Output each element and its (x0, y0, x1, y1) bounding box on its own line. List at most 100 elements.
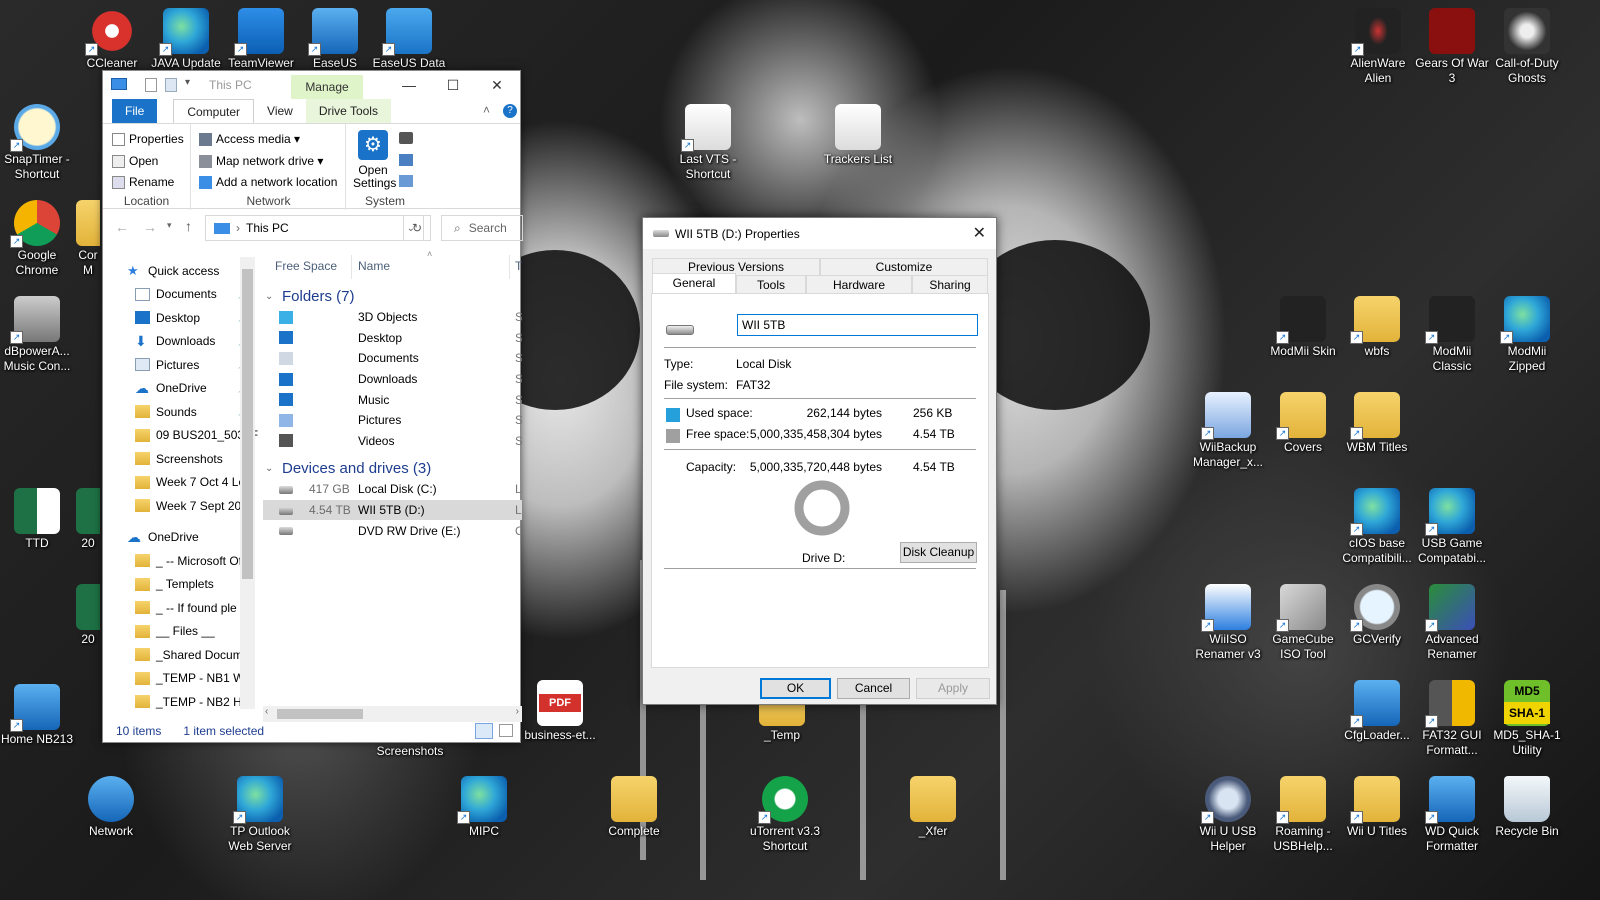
desktop-icon-modmii-classic[interactable]: ↗ ModMii Classic (1414, 296, 1490, 374)
tab-customize[interactable]: Customize (820, 258, 988, 275)
desktop-icon-gears-of-war[interactable]: Gears Of War 3 (1414, 8, 1490, 86)
desktop-icon-advanced-renamer[interactable]: ↗ Advanced Renamer (1414, 584, 1490, 662)
desktop-icon-snaptimer[interactable]: ↗ SnapTimer - Shortcut (0, 104, 75, 182)
desktop-icon-tp-outlook[interactable]: ↗ TP Outlook Web Server (222, 776, 298, 854)
nav-item[interactable]: ☁OneDrive📌 (103, 377, 258, 401)
manage-icon[interactable] (399, 175, 413, 187)
desktop-icon-wiiu-titles[interactable]: ↗ Wii U Titles (1339, 776, 1415, 839)
nav-item[interactable]: ★ Quick access (103, 259, 258, 283)
group-header-devices[interactable]: ⌄ Devices and drives (3) (263, 457, 522, 479)
desktop-icon-modmii-skin[interactable]: ↗ ModMii Skin (1265, 296, 1341, 359)
desktop-icon-gcverify[interactable]: ↗ GCVerify (1339, 584, 1415, 647)
nav-item[interactable]: _Shared Docume (103, 643, 258, 667)
desktop-icon-utorrent[interactable]: ↗ uTorrent v3.3 Shortcut (747, 776, 823, 854)
desktop-icon-recycle-bin[interactable]: Recycle Bin (1489, 776, 1565, 839)
manage-contextual-tab[interactable]: Manage (291, 75, 363, 99)
desktop-icon-dbpoweramp[interactable]: ↗ dBpowerA... Music Con... (0, 296, 75, 374)
desktop-icon-xfer[interactable]: _Xfer (895, 776, 971, 839)
nav-item[interactable]: Desktop📌 (103, 306, 258, 330)
search-field[interactable]: ⌕ Search (441, 215, 523, 241)
nav-item[interactable]: 09 BUS201_503_F (103, 424, 258, 448)
nav-item[interactable]: Sounds📌 (103, 400, 258, 424)
desktop-icon-cod-ghosts[interactable]: Call-of-Duty Ghosts (1489, 8, 1565, 86)
cancel-button[interactable]: Cancel (837, 678, 910, 699)
disk-cleanup-button[interactable]: Disk Cleanup (900, 542, 977, 563)
up-icon[interactable]: ↑ (185, 218, 192, 234)
desktop-icon-easeus-data[interactable]: ↗ EaseUS Data (371, 8, 447, 71)
address-field[interactable]: › This PC ⌄ (205, 215, 424, 241)
forward-icon[interactable]: → (143, 219, 157, 235)
desktop-icon-screenshots[interactable]: Screenshots (368, 744, 452, 759)
desktop-icon-cfgloader[interactable]: ↗ CfgLoader... (1339, 680, 1415, 743)
desktop-icon-wbfs[interactable]: ↗ wbfs (1339, 296, 1415, 359)
desktop-icon-partial-20a[interactable]: 20 (76, 488, 100, 551)
nav-item[interactable]: Pictures📌 (103, 353, 258, 377)
nav-item[interactable]: Screenshots (103, 447, 258, 471)
tab-file[interactable]: File (112, 99, 158, 123)
nav-scrollbar[interactable] (240, 257, 255, 709)
desktop-icon-java-update[interactable]: ↗ JAVA Update (148, 8, 224, 71)
new-folder-quick-icon[interactable] (165, 78, 177, 92)
open-settings-button[interactable]: ⚙ Open Settings (353, 130, 396, 190)
desktop-icon-wiiu-helper[interactable]: ↗ Wii U USB Helper (1190, 776, 1266, 854)
help-icon[interactable]: ? (503, 104, 517, 118)
folder-row[interactable]: Documents S (263, 348, 522, 369)
desktop-icon-complete[interactable]: Complete (596, 776, 672, 839)
folder-row[interactable]: 3D Objects S (263, 307, 522, 328)
collapse-ribbon-icon[interactable]: ˄ (483, 103, 490, 117)
access-media-button[interactable]: Access media ▾ (199, 132, 300, 146)
nav-item[interactable]: __ Files __ (103, 620, 258, 644)
desktop-icon-business-pdf[interactable]: PDF business-et... (522, 680, 598, 743)
desktop-icon-easeus[interactable]: ↗ EaseUS (297, 8, 373, 71)
scroll-right-icon[interactable]: › (516, 706, 519, 717)
desktop-icon-network[interactable]: Network (73, 776, 149, 839)
maximize-button[interactable]: ☐ (431, 71, 475, 99)
folder-row[interactable]: Music S (263, 389, 522, 410)
explorer-titlebar[interactable]: ▾ This PC Manage — ☐ ✕ (103, 71, 520, 99)
desktop-icon-wbm-titles[interactable]: ↗ WBM Titles (1339, 392, 1415, 455)
folder-row[interactable]: Pictures S (263, 410, 522, 431)
volume-name-input[interactable] (737, 314, 978, 336)
folder-row[interactable]: Downloads S (263, 369, 522, 390)
tab-general[interactable]: General (652, 273, 736, 293)
desktop-icon-ccleaner[interactable]: ↗ CCleaner (74, 8, 150, 71)
desktop-icon-fat32-gui[interactable]: ↗ FAT32 GUI Formatt... (1414, 680, 1490, 758)
desktop-icon-roaming[interactable]: ↗ Roaming - USBHelp... (1265, 776, 1341, 854)
dialog-titlebar[interactable]: WII 5TB (D:) Properties ✕ (643, 218, 996, 249)
minimize-button[interactable]: — (387, 71, 431, 99)
desktop-icon-teamviewer[interactable]: ↗ TeamViewer (223, 8, 299, 71)
folder-row[interactable]: Videos S (263, 431, 522, 452)
desktop-icon-wd-quick[interactable]: ↗ WD Quick Formatter (1414, 776, 1490, 854)
desktop-icon-covers[interactable]: ↗ Covers (1265, 392, 1341, 455)
nav-item[interactable]: Documents📌 (103, 283, 258, 307)
nav-item[interactable]: ☁ OneDrive (103, 526, 258, 550)
customize-qat-icon[interactable]: ▾ (185, 77, 190, 88)
desktop-icon-wiiiso[interactable]: ↗ WiiISO Renamer v3 (1190, 584, 1266, 662)
column-free-space[interactable]: Free Space (275, 259, 337, 273)
nav-item[interactable]: _TEMP - NB2 Ho (103, 690, 258, 711)
back-icon[interactable]: ← (115, 219, 129, 235)
ok-button[interactable]: OK (760, 678, 831, 699)
nav-item[interactable]: Week 7 Sept 20 L (103, 494, 258, 518)
tab-tools[interactable]: Tools (736, 275, 806, 293)
drive-row[interactable]: DVD RW Drive (E:) C (263, 520, 522, 541)
desktop-icon-md5-sha1[interactable]: MD5 SHA-1 MD5_SHA-1 Utility (1489, 680, 1565, 758)
desktop-icon-trackers-list[interactable]: Trackers List (820, 104, 896, 167)
nav-scroll-thumb[interactable] (242, 269, 253, 579)
refresh-icon[interactable]: ↻ (403, 215, 431, 241)
drive-row[interactable]: 4.54 TB WII 5TB (D:) L (263, 499, 522, 521)
nav-item[interactable]: _ Templets (103, 573, 258, 597)
group-header-folders[interactable]: ⌄ Folders (7) (263, 285, 522, 307)
details-view-icon[interactable] (475, 723, 493, 739)
h-scroll-thumb[interactable] (277, 709, 363, 719)
desktop-icon-partial-cor[interactable]: Cor M (76, 200, 100, 278)
column-name[interactable]: Name (358, 259, 390, 273)
close-button[interactable]: ✕ (475, 71, 519, 99)
tab-view[interactable]: View (254, 99, 306, 123)
nav-item[interactable]: ⬇Downloads📌 (103, 330, 258, 354)
desktop-icon-modmii-zipped[interactable]: ↗ ModMii Zipped (1489, 296, 1565, 374)
nav-item[interactable]: _TEMP - NB1 Wo (103, 667, 258, 691)
desktop-icon-alienware[interactable]: ↗ AlienWare Alien (1340, 8, 1416, 86)
column-type[interactable]: T (515, 259, 522, 273)
tab-computer[interactable]: Computer (173, 98, 255, 124)
